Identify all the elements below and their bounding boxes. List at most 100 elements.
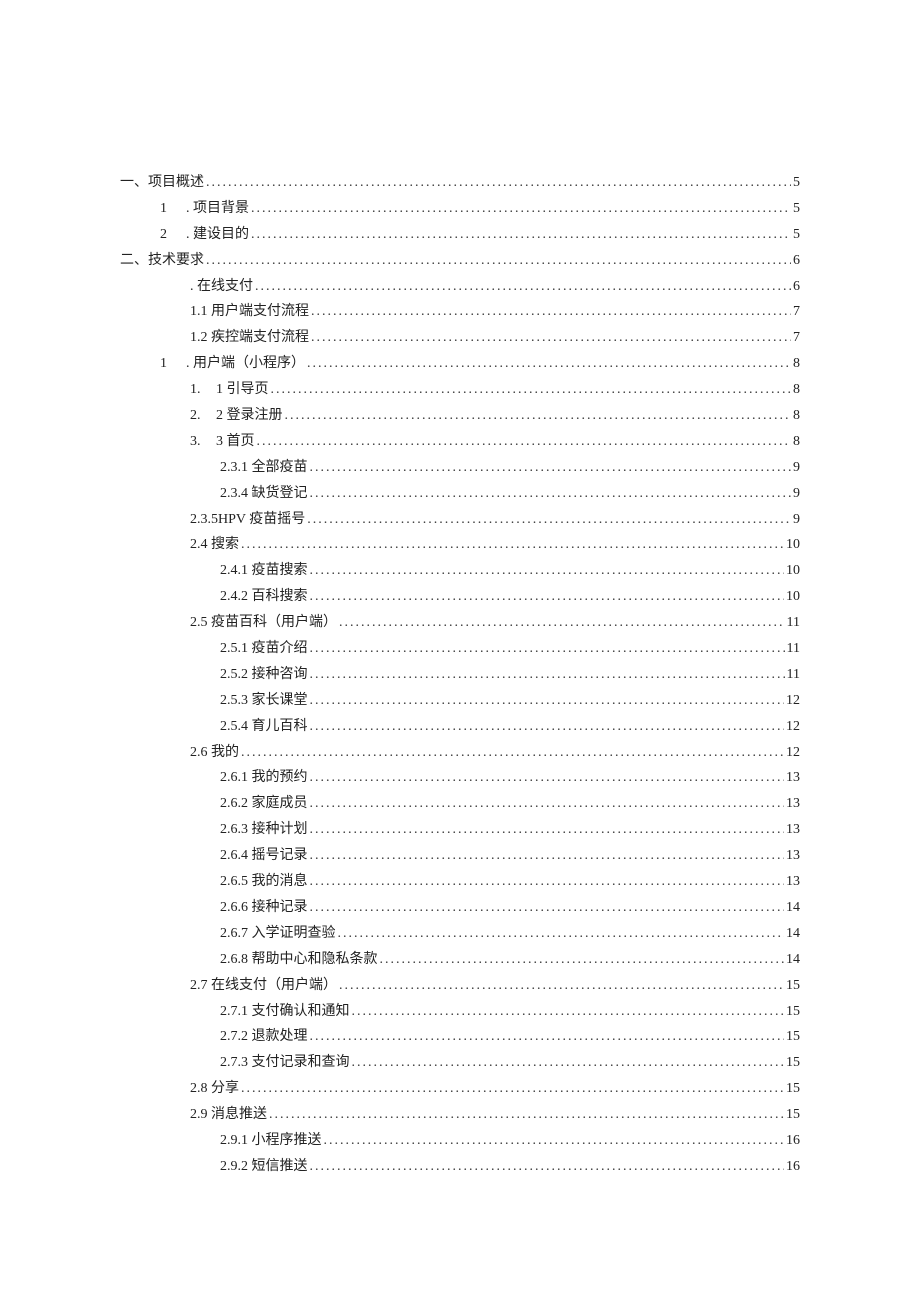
toc-entry-text: 2.7 在线支付（用户端） <box>190 973 337 999</box>
toc-entry-page: 6 <box>791 274 800 300</box>
toc-entry-text: 二、技术要求 <box>120 248 204 274</box>
toc-entry-page: 13 <box>784 869 800 895</box>
toc-entry: 2.6.8 帮助中心和隐私条款14 <box>120 947 800 973</box>
toc-entry-page: 14 <box>784 921 800 947</box>
toc-entry: 二、技术要求 6 <box>120 248 800 274</box>
toc-leader-dots <box>308 1024 785 1050</box>
toc-leader-dots <box>269 377 792 403</box>
toc-entry-page: 11 <box>785 662 800 688</box>
toc-entry-page: 5 <box>791 222 800 248</box>
toc-entry-page: 15 <box>784 973 800 999</box>
toc-entry-text: 2.5.4 育儿百科 <box>220 714 308 740</box>
toc-leader-dots <box>253 274 791 300</box>
toc-entry: 2.7.3 支付记录和查询 15 <box>120 1050 800 1076</box>
toc-entry-text: 2.7.1 支付确认和通知 <box>220 999 350 1025</box>
toc-entry: 2.6 我的12 <box>120 740 800 766</box>
toc-entry: 2.4.1 疫苗搜索10 <box>120 558 800 584</box>
toc-entry: 2.9 消息推送15 <box>120 1102 800 1128</box>
toc-leader-dots <box>337 610 785 636</box>
toc-entry: 1.1 用户端支付流程 7 <box>120 299 800 325</box>
toc-entry-page: 8 <box>791 403 800 429</box>
toc-leader-dots <box>378 947 785 973</box>
toc-leader-dots <box>308 558 785 584</box>
toc-entry: 2.5 疫苗百科（用户端） 11 <box>120 610 800 636</box>
toc-entry-page: 9 <box>791 481 800 507</box>
toc-entry: 2.5.4 育儿百科12 <box>120 714 800 740</box>
toc-leader-dots <box>308 791 785 817</box>
toc-leader-dots <box>239 532 784 558</box>
toc-entry-text: 2.6.8 帮助中心和隐私条款 <box>220 947 378 973</box>
toc-entry: 2.6.1 我的预约13 <box>120 765 800 791</box>
toc-entry-text: 一、项目概述 <box>120 170 204 196</box>
toc-entry: 2.9.1 小程序推送 16 <box>120 1128 800 1154</box>
toc-entry: 1.2 疾控端支付流程7 <box>120 325 800 351</box>
toc-entry-text: 2.3.5HPV 疫苗摇号 <box>190 507 305 533</box>
toc-leader-dots <box>336 921 785 947</box>
toc-leader-dots <box>308 481 792 507</box>
toc-entry-number: 3. <box>190 429 216 455</box>
toc-entry: 2.6.6 接种记录14 <box>120 895 800 921</box>
toc-entry-text: . 在线支付 <box>190 274 253 300</box>
toc-leader-dots <box>308 636 785 662</box>
toc-entry-page: 7 <box>791 299 800 325</box>
toc-entry-page: 6 <box>791 248 800 274</box>
toc-entry: 1. 用户端（小程序）8 <box>120 351 800 377</box>
toc-leader-dots <box>308 869 785 895</box>
toc-entry: . 在线支付 6 <box>120 274 800 300</box>
toc-leader-dots <box>308 1154 785 1180</box>
toc-entry: 2.5.2 接种咨询 11 <box>120 662 800 688</box>
toc-entry: 2.4 搜索10 <box>120 532 800 558</box>
toc-entry-text: 2.7.3 支付记录和查询 <box>220 1050 350 1076</box>
toc-entry-text: 2.6 我的 <box>190 740 239 766</box>
toc-entry-text: 2.4 搜索 <box>190 532 239 558</box>
toc-entry-page: 15 <box>784 999 800 1025</box>
toc-entry-page: 15 <box>784 1024 800 1050</box>
toc-entry: 2.3.5HPV 疫苗摇号9 <box>120 507 800 533</box>
toc-leader-dots <box>337 973 784 999</box>
toc-entry-text: 1.1 用户端支付流程 <box>190 299 309 325</box>
toc-leader-dots <box>239 740 784 766</box>
toc-entry-page: 8 <box>791 377 800 403</box>
toc-entry-page: 12 <box>784 688 800 714</box>
toc-entry: 2.7.2 退款处理 15 <box>120 1024 800 1050</box>
toc-leader-dots <box>309 299 791 325</box>
toc-entry-page: 13 <box>784 817 800 843</box>
toc-entry-number: 1 <box>160 351 186 377</box>
toc-entry: 2.7 在线支付（用户端） 15 <box>120 973 800 999</box>
toc-entry-page: 15 <box>784 1102 800 1128</box>
toc-leader-dots <box>204 248 791 274</box>
toc-entry-text: 2.5 疫苗百科（用户端） <box>190 610 337 636</box>
toc-entry-number: 1 <box>160 196 186 222</box>
toc-entry-page: 15 <box>784 1050 800 1076</box>
toc-leader-dots <box>308 455 792 481</box>
toc-entry-page: 15 <box>784 1076 800 1102</box>
toc-entry: 2.2 登录注册8 <box>120 403 800 429</box>
toc-entry-page: 13 <box>784 791 800 817</box>
toc-leader-dots <box>249 222 791 248</box>
toc-entry: 1.1 引导页8 <box>120 377 800 403</box>
toc-entry-page: 8 <box>791 351 800 377</box>
toc-entry-text: 2.6.6 接种记录 <box>220 895 308 921</box>
toc-entry-text: 2.6.3 接种计划 <box>220 817 308 843</box>
toc-entry: 3.3 首页8 <box>120 429 800 455</box>
toc-entry: 2.6.7 入学证明查验14 <box>120 921 800 947</box>
toc-entry: 2.4.2 百科搜索10 <box>120 584 800 610</box>
toc-entry-text: 1.2 疾控端支付流程 <box>190 325 309 351</box>
toc-entry-text: . 项目背景 <box>186 196 249 222</box>
toc-entry-page: 13 <box>784 765 800 791</box>
toc-entry: 2.6.5 我的消息13 <box>120 869 800 895</box>
toc-entry-page: 16 <box>784 1128 800 1154</box>
toc-leader-dots <box>308 895 785 921</box>
toc-entry-number: 2 <box>160 222 186 248</box>
toc-entry-text: 2.5.2 接种咨询 <box>220 662 308 688</box>
toc-entry-text: 3 首页 <box>216 429 255 455</box>
toc-entry-page: 16 <box>784 1154 800 1180</box>
toc-leader-dots <box>350 1050 785 1076</box>
toc-entry-text: 2.9.1 小程序推送 <box>220 1128 322 1154</box>
toc-entry-text: 2.4.2 百科搜索 <box>220 584 308 610</box>
toc-entry: 2.9.2 短信推送16 <box>120 1154 800 1180</box>
toc-entry: 2.6.2 家庭成员13 <box>120 791 800 817</box>
toc-entry-text: 2.7.2 退款处理 <box>220 1024 308 1050</box>
toc-entry-page: 11 <box>785 610 800 636</box>
toc-leader-dots <box>322 1128 785 1154</box>
